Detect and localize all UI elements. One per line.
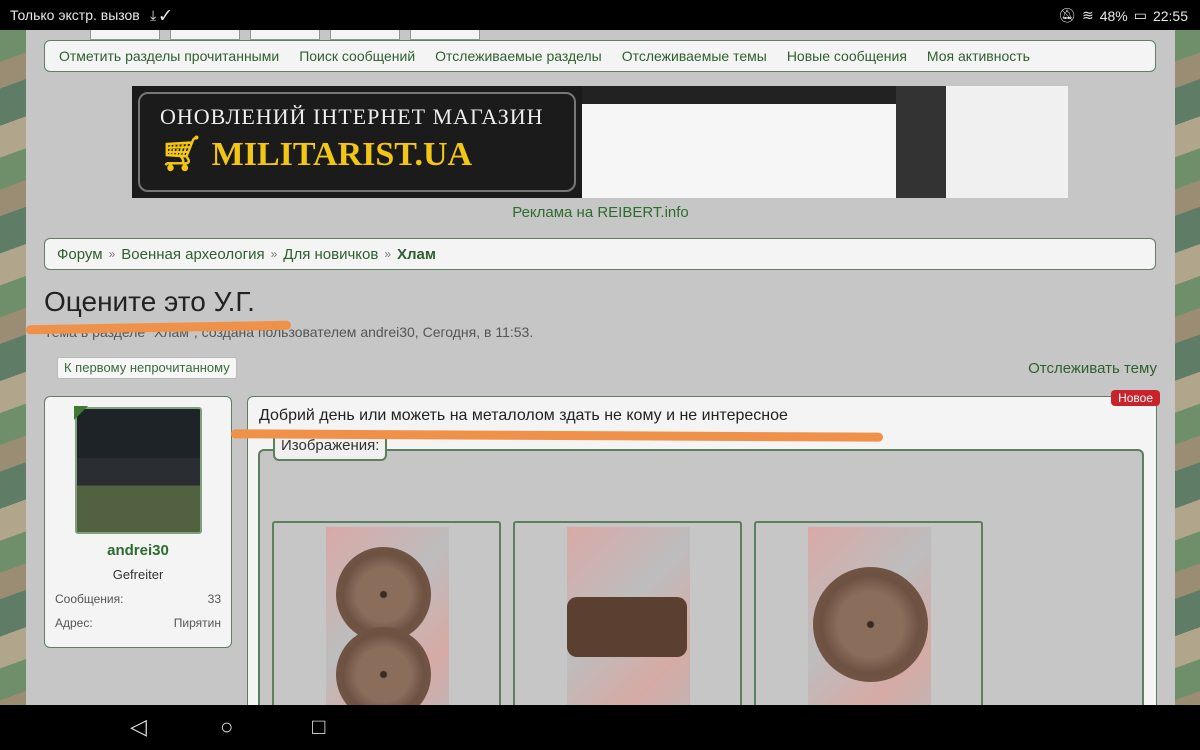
top-tabs [90,30,480,40]
online-indicator [73,406,88,420]
home-icon[interactable]: ○ [220,714,233,740]
battery-percent: 48% [1099,7,1128,24]
cart-icon: 🛒︎ [160,136,212,173]
username[interactable]: andrei30 [45,542,231,559]
clock: 22:55 [1152,7,1188,24]
android-nav-bar: ◁ ○ □ [0,705,1200,750]
breadcrumb-newbies[interactable]: Для новичков [283,246,378,263]
address-value: Пирятин [173,616,221,630]
status-text: Только экстр. вызов [10,7,140,23]
new-badge: Новое [1111,390,1160,406]
tab[interactable] [170,30,240,40]
mute-icon: 🔕︎ [1058,7,1076,23]
background-camo [1174,30,1200,705]
battery-icon: ▭ [1133,7,1147,23]
breadcrumb-junk[interactable]: Хлам [397,246,436,263]
nav-new-posts[interactable]: Новые сообщения [787,48,907,64]
nav-watched-forums[interactable]: Отслеживаемые разделы [435,48,602,64]
breadcrumb-forum[interactable]: Форум [57,246,103,263]
banner-line1: ОНОВЛЕНИЙ ІНТЕРНЕТ МАГАЗИН [160,104,544,129]
nav-watched-threads[interactable]: Отслеживаемые темы [622,48,767,64]
nav-my-activity[interactable]: Моя активность [927,48,1030,64]
breadcrumb-archaeology[interactable]: Военная археология [121,246,264,263]
post-text: Добрий день или можеть на металолом здат… [259,407,788,424]
tab[interactable] [250,30,320,40]
follow-thread-link[interactable]: Отслеживать тему [1028,360,1157,377]
background-camo [0,30,26,705]
status-bar: Только экстр. вызов ⤓ ✓ 🔕︎ ≋ 48% ▭ 22:55 [0,0,1200,30]
banner-logo: ОНОВЛЕНИЙ ІНТЕРНЕТ МАГАЗИН 🛒︎ MILITARIST… [132,86,582,198]
nav-search[interactable]: Поиск сообщений [299,48,415,64]
avatar[interactable] [73,406,202,534]
ad-banner[interactable]: ОНОВЛЕНИЙ ІНТЕРНЕТ МАГАЗИН 🛒︎ MILITARIST… [132,86,1068,198]
address-label: Адрес: [55,616,93,630]
messages-label: Сообщения: [55,592,124,606]
user-rank: Gefreiter [112,567,164,582]
recents-icon[interactable]: □ [312,714,325,740]
tab[interactable] [330,30,400,40]
first-unread-button[interactable]: К первому непрочитанному [57,357,237,379]
nav-links-bar: Отметить разделы прочитанными Поиск сооб… [44,40,1156,72]
nav-mark-read[interactable]: Отметить разделы прочитанными [59,48,279,64]
tab[interactable] [410,30,480,40]
page-title: Оцените это У.Г. [44,286,255,317]
images-legend: Изображения: [273,437,388,461]
back-icon[interactable]: ◁ [130,714,147,740]
banner-line2: 🛒︎ MILITARIST.UA [160,136,473,173]
forum-page: Отметить разделы прочитанными Поиск сооб… [25,30,1175,749]
messages-count[interactable]: 33 [208,592,221,606]
banner-shop-preview [896,86,1068,198]
download-icon: ⤓ ✓ [150,7,171,23]
banner-shop-preview [582,86,896,198]
attachments-fieldset [258,449,1144,749]
user-card: andrei30 Gefreiter Сообщения: 33 Адрес: Пи… [44,396,232,648]
wifi-icon: ≋ [1081,7,1094,23]
tab[interactable] [90,30,160,40]
ad-caption[interactable]: Реклама на REIBERT.info [26,204,1175,221]
post: Добрий день или можеть на металолом здат… [247,390,1160,749]
breadcrumb: Форум» Военная археология» Для новичков»… [44,238,1156,270]
